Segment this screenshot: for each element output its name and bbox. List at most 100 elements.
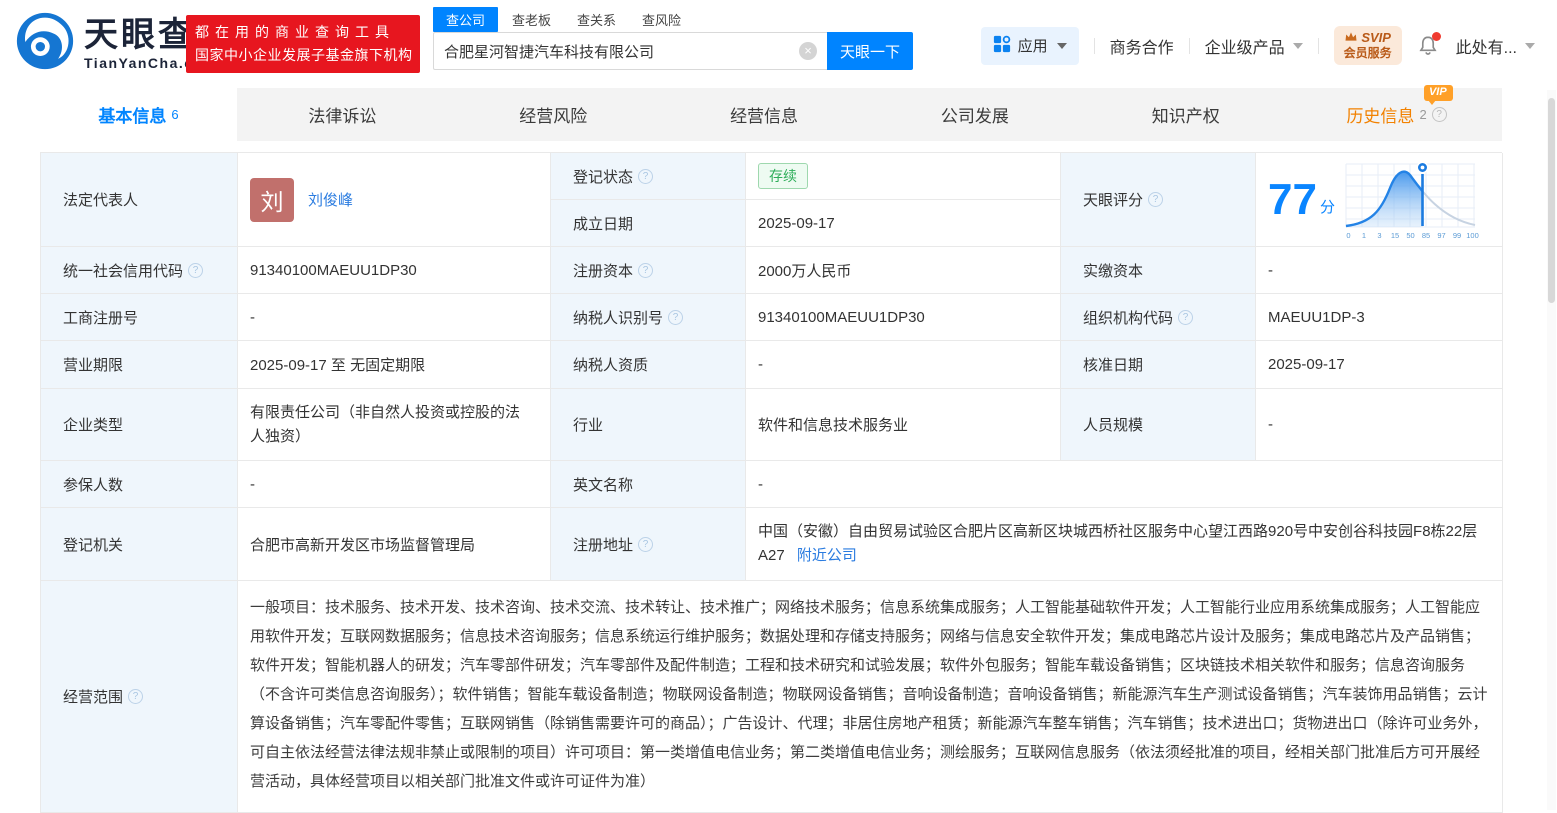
field-label-legal-rep: 法定代表人 [41,153,238,247]
tab-legal-proceedings[interactable]: 法律诉讼 [237,88,448,141]
section-tabbar: 基本信息 6 法律诉讼 经营风险 经营信息 公司发展 知识产权 VIP 历史信息… [40,88,1502,141]
clear-icon[interactable] [799,42,817,60]
field-value-est-date: 2025-09-17 [746,200,1061,247]
nearby-companies-link[interactable]: 附近公司 [797,547,857,564]
svg-text:99: 99 [1453,231,1461,240]
field-value-reg-capital: 2000万人民币 [746,247,1061,294]
score-number: 77 [1268,178,1317,222]
field-value-legal-rep: 刘 刘俊峰 [238,153,551,247]
field-value-score: 77 分 [1256,153,1503,247]
promo-line1: 都在用的商业查询工具 [195,20,411,44]
tab-basic-info[interactable]: 基本信息 6 [40,88,237,141]
field-label-taxpayer-quali: 纳税人资质 [551,341,746,389]
notification-bell-icon[interactable] [1417,34,1441,58]
svg-text:1: 1 [1362,231,1366,240]
divider [1189,38,1190,54]
nav-enterprise-products[interactable]: 企业级产品 [1205,34,1303,58]
field-label-industry: 行业 [551,389,746,461]
svip-member-button[interactable]: SVIP 会员服务 [1334,26,1402,65]
help-icon[interactable] [638,169,653,184]
search-tab-company[interactable]: 查公司 [433,7,498,32]
field-value-approval-date: 2025-09-17 [1256,341,1503,389]
help-icon[interactable] [638,263,653,278]
status-badge: 存续 [758,163,808,189]
field-value-company-type: 有限责任公司（非自然人投资或控股的法人独资） [238,389,551,461]
page: 天眼查 TianYanCha.com 都在用的商业查询工具 国家中小企业发展子基… [0,0,1557,813]
help-icon[interactable] [1432,107,1447,122]
field-value-english-name: - [746,461,1503,508]
field-label-taxpayer-id: 纳税人识别号 [551,294,746,341]
apps-menu-label: 应用 [1018,35,1048,56]
search-button[interactable]: 天眼一下 [827,32,913,70]
notification-dot [1432,32,1441,41]
tab-basic-info-label: 基本信息 [98,102,166,127]
field-label-reg-capital: 注册资本 [551,247,746,294]
field-label-approval-date: 核准日期 [1061,341,1256,389]
field-value-paid-capital: - [1256,247,1503,294]
scrollbar-thumb[interactable] [1548,98,1555,303]
user-menu[interactable]: 此处有... [1456,34,1535,58]
field-value-reg-address: 中国（安徽）自由贸易试验区合肥片区高新区块城西桥社区服务中心望江西路920号中安… [746,508,1503,581]
field-label-reg-authority: 登记机关 [41,508,238,581]
tab-history-label: 历史信息 [1346,102,1414,127]
field-value-reg-authority: 合肥市高新开发区市场监督管理局 [238,508,551,581]
svg-text:15: 15 [1391,231,1399,240]
field-label-reg-address: 注册地址 [551,508,746,581]
svg-text:85: 85 [1422,231,1430,240]
tianyancha-logo-icon [14,11,76,76]
field-label-score: 天眼评分 [1061,153,1256,247]
search-area: 查公司 查老板 查关系 查风险 天眼一下 [433,7,913,70]
help-icon[interactable] [128,689,143,704]
tab-history-info[interactable]: VIP 历史信息 2 [1291,88,1502,141]
tab-company-development[interactable]: 公司发展 [869,88,1080,141]
field-label-est-date: 成立日期 [551,200,746,247]
chevron-down-icon [1525,43,1535,49]
tab-history-count: 2 [1419,107,1426,122]
tab-intellectual-property[interactable]: 知识产权 [1080,88,1291,141]
field-value-insured-count: - [238,461,551,508]
nav-enterprise-label: 企业级产品 [1205,34,1285,58]
field-value-biz-scope: 一般项目：技术服务、技术开发、技术咨询、技术交流、技术转让、技术推广；网络技术服… [238,581,1503,813]
search-tab-relation[interactable]: 查关系 [577,7,616,32]
field-value-org-code: MAEUU1DP-3 [1256,294,1503,341]
help-icon[interactable] [668,310,683,325]
help-icon[interactable] [1148,192,1163,207]
divider [1094,38,1095,54]
tab-business-info[interactable]: 经营信息 [659,88,870,141]
svip-label: SVIP [1361,30,1391,46]
field-value-staff-size: - [1256,389,1503,461]
field-label-english-name: 英文名称 [551,461,746,508]
field-value-credit-code: 91340100MAEUU1DP30 [238,247,551,294]
field-label-org-code: 组织机构代码 [1061,294,1256,341]
scrollbar-track [1547,90,1556,810]
company-info-table: 法定代表人 刘 刘俊峰 登记状态 存续 成立日期 2025-09-17 天眼评分… [40,152,1502,813]
crown-icon [1344,30,1358,46]
help-icon[interactable] [188,263,203,278]
promo-banner: 都在用的商业查询工具 国家中小企业发展子基金旗下机构 [186,15,420,73]
field-label-biz-term: 营业期限 [41,341,238,389]
promo-line2: 国家中小企业发展子基金旗下机构 [195,44,411,67]
tab-operating-risk[interactable]: 经营风险 [448,88,659,141]
header-right-nav: 应用 商务合作 企业级产品 SVIP 会 [981,26,1535,65]
help-icon[interactable] [1178,310,1193,325]
search-input[interactable] [434,43,799,60]
svg-text:3: 3 [1377,231,1381,240]
field-value-taxpayer-id: 91340100MAEUU1DP30 [746,294,1061,341]
avatar[interactable]: 刘 [250,178,294,222]
svg-text:100: 100 [1466,231,1479,240]
svg-text:50: 50 [1406,231,1414,240]
search-tab-risk[interactable]: 查风险 [642,7,681,32]
apps-menu[interactable]: 应用 [981,27,1079,65]
field-label-credit-code: 统一社会信用代码 [41,247,238,294]
legal-rep-link[interactable]: 刘俊峰 [308,189,353,210]
nav-cooperation[interactable]: 商务合作 [1110,34,1174,58]
field-label-paid-capital: 实缴资本 [1061,247,1256,294]
field-value-industry: 软件和信息技术服务业 [746,389,1061,461]
search-tabs: 查公司 查老板 查关系 查风险 [433,7,913,32]
field-value-biz-term: 2025-09-17 至 无固定期限 [238,341,551,389]
search-tab-boss[interactable]: 查老板 [512,7,551,32]
score-unit: 分 [1320,196,1335,217]
field-label-reg-status: 登记状态 [551,153,746,200]
help-icon[interactable] [638,537,653,552]
chevron-down-icon [1057,43,1067,49]
